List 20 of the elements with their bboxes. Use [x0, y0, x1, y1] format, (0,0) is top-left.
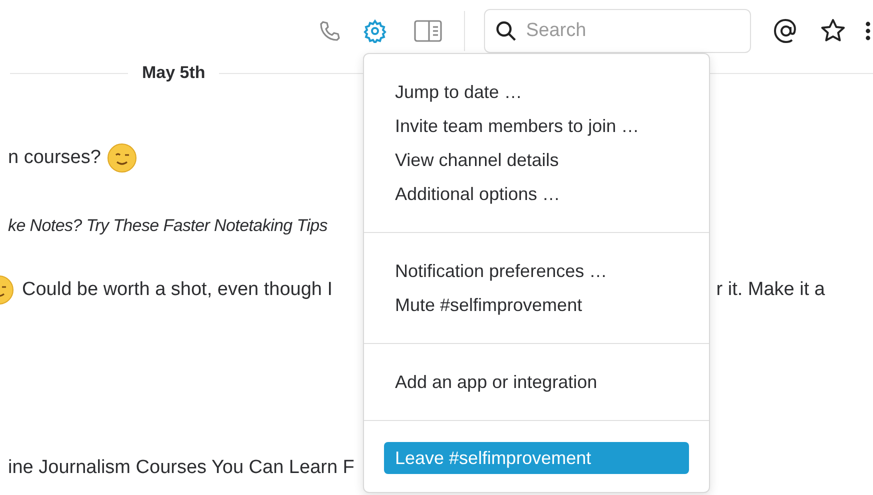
- menu-item[interactable]: Jump to date …: [364, 75, 709, 109]
- message-text: ke Notes? Try These Faster Notetaking Tips: [8, 215, 328, 238]
- at-sign-icon[interactable]: [773, 18, 799, 44]
- search-field[interactable]: Search: [484, 9, 751, 53]
- menu-item[interactable]: Invite team members to join …: [364, 109, 709, 143]
- search-icon: [495, 20, 517, 42]
- menu-item[interactable]: Notification preferences …: [364, 254, 709, 288]
- message-text: ine Journalism Courses You Can Learn F: [8, 456, 354, 480]
- date-divider-label: May 5th: [141, 62, 206, 84]
- menu-item[interactable]: View channel details: [364, 143, 709, 177]
- message-text: Could be worth a shot, even though I: [22, 278, 333, 302]
- menu-item[interactable]: Add an app or integration: [364, 365, 709, 399]
- message-text: r it. Make it a: [716, 278, 825, 302]
- star-icon[interactable]: [820, 18, 846, 44]
- message-text: n courses?: [8, 146, 101, 170]
- panel-icon[interactable]: [414, 19, 442, 43]
- gear-icon[interactable]: [363, 19, 387, 43]
- menu-item[interactable]: Additional options …: [364, 177, 709, 211]
- phone-icon[interactable]: [318, 19, 342, 43]
- menu-item[interactable]: Mute #selfimprovement: [364, 288, 709, 322]
